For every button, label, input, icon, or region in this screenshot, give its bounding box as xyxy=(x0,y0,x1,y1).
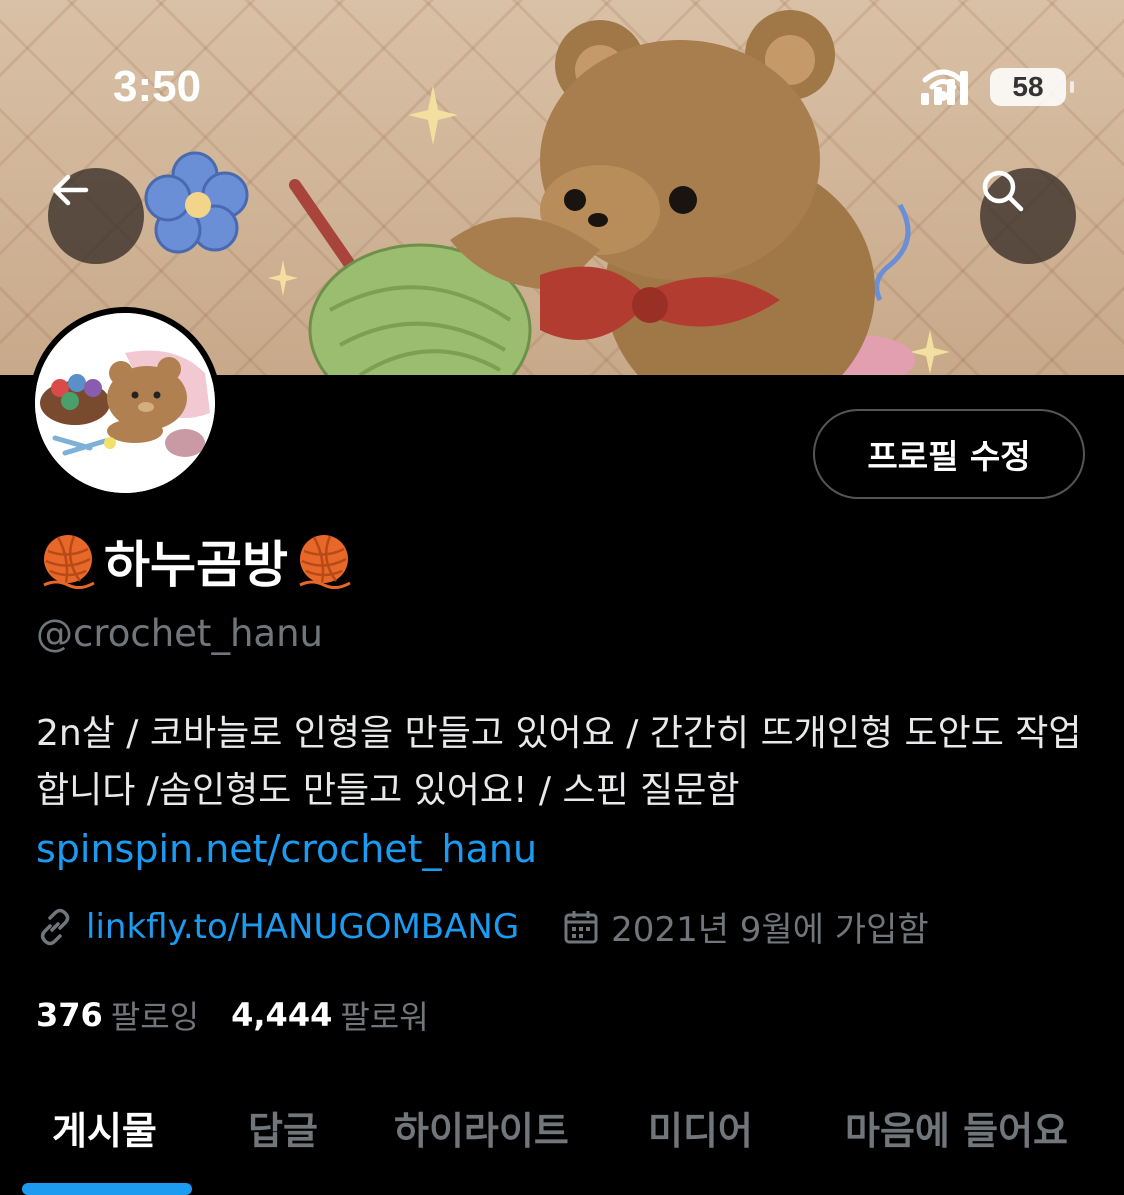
profile-avatar[interactable] xyxy=(29,307,221,499)
follow-stats: 376 팔로잉 4,444 팔로워 xyxy=(36,992,429,1038)
edit-profile-button[interactable]: 프로필 수정 xyxy=(813,409,1085,499)
yarn-ball-icon xyxy=(299,535,351,590)
following-label[interactable]: 팔로잉 xyxy=(111,992,199,1038)
display-name: 하누곰방 xyxy=(36,528,356,594)
bio-link[interactable]: spinspin.net/crochet_hanu xyxy=(36,827,537,871)
profile-tabs: 게시물 답글 하이라이트 미디어 마음에 들어요 xyxy=(0,1080,1124,1195)
back-arrow-icon xyxy=(52,174,89,206)
tab-media[interactable]: 미디어 xyxy=(648,1100,753,1155)
followers-count[interactable]: 4,444 xyxy=(231,996,332,1034)
followers-label[interactable]: 팔로워 xyxy=(340,992,428,1038)
following-count[interactable]: 376 xyxy=(36,996,103,1034)
status-icons: 58 xyxy=(921,68,1074,106)
yarn-ball-icon xyxy=(43,535,95,590)
calendar-icon xyxy=(564,910,598,943)
join-date: 2021년 9월에 가입함 xyxy=(611,910,929,950)
link-icon xyxy=(40,908,70,945)
search-icon xyxy=(982,170,1024,212)
battery-indicator: 58 xyxy=(990,68,1074,106)
status-time: 3:50 xyxy=(113,62,202,111)
tab-replies[interactable]: 답글 xyxy=(248,1100,318,1155)
avatar-illustration xyxy=(35,313,215,493)
wifi-icon xyxy=(922,69,964,101)
back-button[interactable] xyxy=(48,168,144,264)
website-link[interactable]: linkfly.to/HANUGOMBANG xyxy=(86,907,519,947)
avatar-image xyxy=(35,313,215,493)
display-name-text: 하누곰방 xyxy=(104,536,288,594)
profile-meta: linkfly.to/HANUGOMBANG 2021년 9월에 가입함 xyxy=(36,902,929,951)
profile-bio: 2n살 / 코바늘로 인형을 만들고 있어요 / 간간히 뜨개인형 도안도 작업… xyxy=(36,713,1082,811)
active-tab-indicator xyxy=(22,1183,192,1195)
tab-posts[interactable]: 게시물 xyxy=(52,1100,157,1155)
search-button[interactable] xyxy=(980,168,1076,264)
user-handle: @crochet_hanu xyxy=(36,612,323,655)
tab-highlights[interactable]: 하이라이트 xyxy=(394,1100,569,1155)
tab-likes[interactable]: 마음에 들어요 xyxy=(845,1100,1068,1155)
